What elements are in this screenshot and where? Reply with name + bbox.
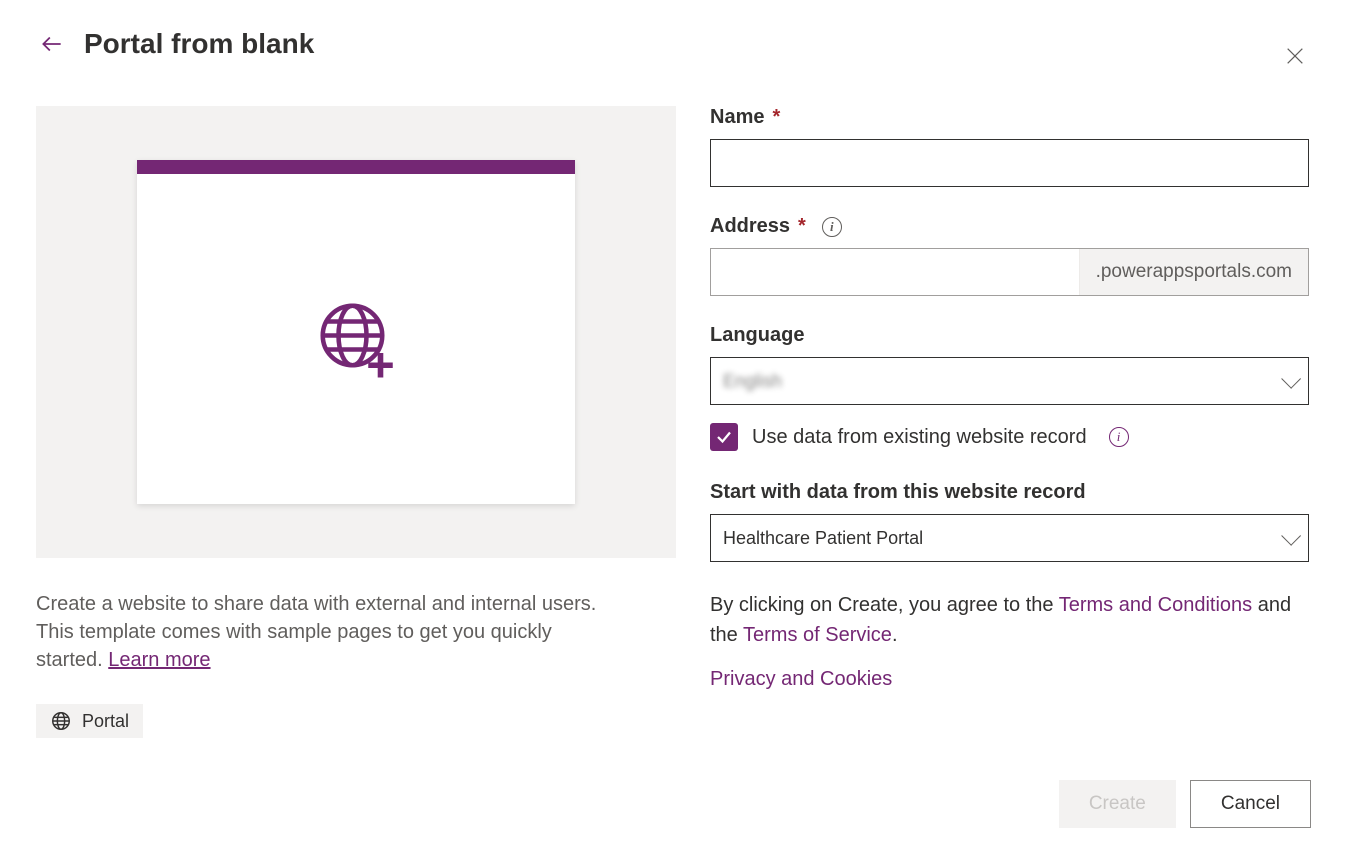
start-with-select[interactable]: Healthcare Patient Portal bbox=[710, 514, 1309, 562]
address-info-icon[interactable]: i bbox=[822, 217, 842, 237]
portal-badge: Portal bbox=[36, 704, 143, 738]
description-text: Create a website to share data with exte… bbox=[36, 590, 616, 674]
name-input[interactable] bbox=[710, 139, 1309, 187]
start-with-value: Healthcare Patient Portal bbox=[723, 528, 923, 549]
create-button: Create bbox=[1059, 780, 1176, 828]
cancel-button[interactable]: Cancel bbox=[1190, 780, 1311, 828]
start-with-label-text: Start with data from this website record bbox=[710, 481, 1086, 504]
globe-icon bbox=[50, 710, 72, 732]
address-input-wrap: .powerappsportals.com bbox=[710, 248, 1309, 296]
address-field: Address * i .powerappsportals.com bbox=[710, 215, 1309, 296]
required-marker: * bbox=[798, 215, 806, 238]
use-existing-info-icon[interactable]: i bbox=[1109, 427, 1129, 447]
dialog-footer: Create Cancel bbox=[1059, 780, 1311, 828]
use-existing-row: Use data from existing website record i bbox=[710, 423, 1309, 451]
dialog-body: Create a website to share data with exte… bbox=[36, 106, 1315, 738]
chevron-down-icon bbox=[1281, 526, 1301, 546]
name-field: Name * bbox=[710, 106, 1309, 187]
language-label: Language bbox=[710, 324, 1309, 347]
start-with-label: Start with data from this website record bbox=[710, 481, 1309, 504]
arrow-left-icon bbox=[39, 31, 65, 57]
right-column: Name * Address * i .powerappsportals.com bbox=[710, 106, 1315, 738]
language-field: Language English bbox=[710, 324, 1309, 405]
name-label: Name * bbox=[710, 106, 1309, 129]
close-button[interactable] bbox=[1281, 42, 1309, 70]
address-label: Address * i bbox=[710, 215, 1309, 238]
language-label-text: Language bbox=[710, 324, 804, 347]
language-select[interactable]: English bbox=[710, 357, 1309, 405]
required-marker: * bbox=[772, 106, 780, 129]
back-button[interactable] bbox=[36, 28, 68, 60]
use-existing-checkbox[interactable] bbox=[710, 423, 738, 451]
address-label-text: Address bbox=[710, 215, 790, 238]
preview-card-accent bbox=[137, 160, 575, 174]
learn-more-link[interactable]: Learn more bbox=[108, 649, 210, 671]
dialog-header: Portal from blank bbox=[36, 28, 1315, 60]
chevron-down-icon bbox=[1281, 369, 1301, 389]
preview-card bbox=[137, 160, 575, 504]
language-value: English bbox=[723, 371, 782, 392]
address-input[interactable] bbox=[711, 249, 1079, 295]
name-label-text: Name bbox=[710, 106, 764, 129]
badge-label: Portal bbox=[82, 711, 129, 732]
address-suffix: .powerappsportals.com bbox=[1079, 249, 1308, 295]
left-column: Create a website to share data with exte… bbox=[36, 106, 676, 738]
agree-post: . bbox=[892, 624, 898, 646]
close-icon bbox=[1284, 45, 1306, 67]
checkmark-icon bbox=[715, 428, 733, 446]
start-with-field: Start with data from this website record… bbox=[710, 481, 1309, 562]
portal-from-blank-dialog: Portal from blank bbox=[0, 0, 1351, 858]
agree-pre: By clicking on Create, you agree to the bbox=[710, 594, 1059, 616]
preview-card-body bbox=[137, 174, 575, 504]
use-existing-label: Use data from existing website record bbox=[752, 426, 1087, 449]
globe-plus-icon bbox=[314, 297, 398, 381]
agree-text: By clicking on Create, you agree to the … bbox=[710, 590, 1309, 650]
dialog-title: Portal from blank bbox=[84, 28, 314, 60]
terms-and-conditions-link[interactable]: Terms and Conditions bbox=[1059, 594, 1252, 616]
terms-of-service-link[interactable]: Terms of Service bbox=[743, 624, 892, 646]
preview-panel bbox=[36, 106, 676, 558]
privacy-and-cookies-link[interactable]: Privacy and Cookies bbox=[710, 668, 1309, 691]
